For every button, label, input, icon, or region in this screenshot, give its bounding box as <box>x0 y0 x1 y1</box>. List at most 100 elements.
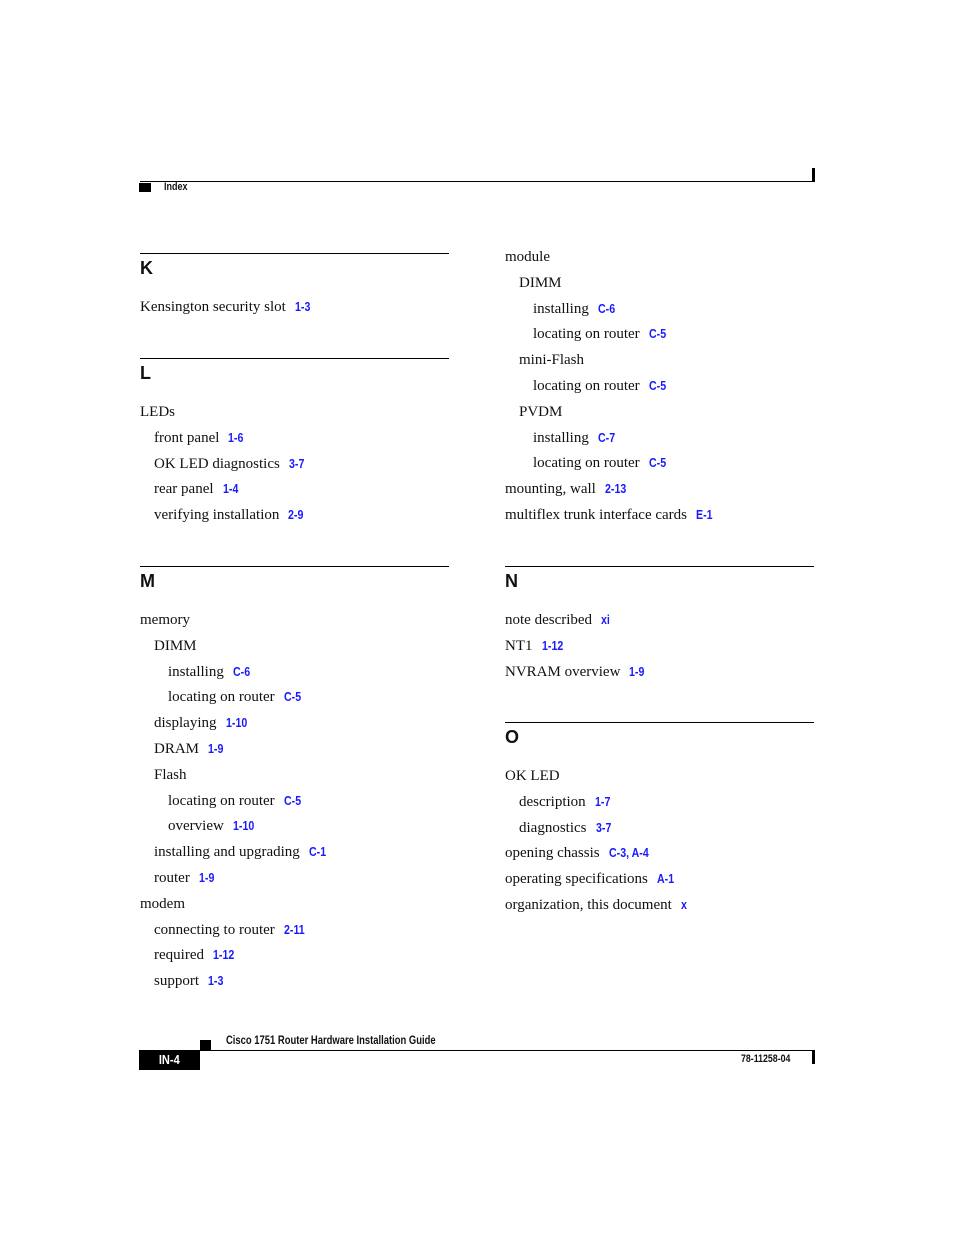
footer-marker-square <box>200 1040 211 1050</box>
page-reference-link[interactable]: C-1 <box>309 843 326 861</box>
footer-guide-title: Cisco 1751 Router Hardware Installation … <box>226 1035 436 1047</box>
index-entry-term: installing and upgrading <box>154 844 300 861</box>
index-entry: required 1-12 <box>140 946 238 964</box>
index-entry-term: opening chassis <box>505 845 600 862</box>
index-entry-term: NVRAM overview <box>505 663 621 680</box>
page-reference-link[interactable]: 1-10 <box>233 817 254 835</box>
page-reference-link[interactable]: 3-7 <box>596 819 611 837</box>
index-entry-term: mini-Flash <box>519 352 585 369</box>
index-section-l: L <box>140 358 449 382</box>
index-entry-term: OK LED diagnostics <box>154 455 280 472</box>
section-rule <box>505 566 814 567</box>
footer-rule <box>200 1050 815 1051</box>
index-entry-term: LEDs <box>140 404 175 420</box>
index-entry: organization, this document x <box>505 896 688 914</box>
index-entry-term: support <box>154 973 199 990</box>
page-reference-link[interactable]: 1-10 <box>226 714 247 732</box>
page-reference-link[interactable]: A-1 <box>657 870 674 888</box>
index-entry: modem <box>140 895 185 913</box>
page-reference-link[interactable]: 2-9 <box>288 506 303 524</box>
index-entry: support 1-3 <box>140 972 226 990</box>
page-reference-link[interactable]: C-6 <box>598 300 615 318</box>
index-entry-term: OK LED <box>505 768 560 784</box>
index-section-n: N <box>505 566 814 590</box>
index-entry-term: Flash <box>154 766 187 783</box>
index-entry: operating specifications A-1 <box>505 870 677 888</box>
index-entry-term: DIMM <box>154 637 197 654</box>
index-entry-term: locating on router <box>533 378 640 394</box>
index-entry: overview 1-10 <box>140 817 258 835</box>
header-marker-square <box>139 183 151 192</box>
index-entry: diagnostics 3-7 <box>505 819 614 837</box>
index-entry: locating on router C-5 <box>505 377 669 395</box>
index-entry-term: rear panel <box>154 481 214 498</box>
page-reference-link[interactable]: xi <box>601 611 610 629</box>
index-entry-term: mounting, wall <box>505 481 596 498</box>
page-reference-link[interactable]: C-5 <box>649 377 666 395</box>
index-entry-term: installing <box>533 300 589 317</box>
index-section-m: M <box>140 566 449 590</box>
index-entry: displaying 1-10 <box>140 714 251 732</box>
index-entry: Flash <box>140 766 187 784</box>
page-reference-link[interactable]: 1-12 <box>542 637 563 655</box>
page-reference-link[interactable]: 1-9 <box>208 740 223 758</box>
index-entry-term: verifying installation <box>154 507 280 524</box>
page-reference-link[interactable]: C-3, A-4 <box>609 844 649 862</box>
page-reference-link[interactable]: 3-7 <box>289 455 304 473</box>
index-entry-term: memory <box>140 612 190 628</box>
header-tick-mark <box>812 168 815 182</box>
page-reference-link[interactable]: 2-11 <box>284 921 305 939</box>
index-entry-term: locating on router <box>168 689 275 706</box>
index-entry: locating on router C-5 <box>505 325 669 343</box>
index-entry: OK LED <box>505 767 560 785</box>
footer-tick-mark <box>812 1050 815 1064</box>
index-entry-term: module <box>505 249 550 265</box>
index-entry-term: locating on router <box>533 326 640 343</box>
page-reference-link[interactable]: 1-12 <box>213 946 234 964</box>
index-entry-term: DRAM <box>154 741 200 757</box>
page-reference-link[interactable]: 1-9 <box>199 869 214 887</box>
index-entry-term: Kensington security slot <box>140 299 286 315</box>
page-reference-link[interactable]: 1-6 <box>228 429 243 447</box>
index-entry: router 1-9 <box>140 869 217 887</box>
page-reference-link[interactable]: 1-9 <box>629 663 644 681</box>
index-entry-term: organization, this document <box>505 897 672 913</box>
page-number-text: IN-4 <box>159 1052 180 1067</box>
page-reference-link[interactable]: 1-4 <box>223 480 238 498</box>
page-reference-link[interactable]: E-1 <box>696 506 713 524</box>
page-reference-link[interactable]: C-5 <box>284 792 301 810</box>
page-reference-link[interactable]: C-5 <box>649 325 666 343</box>
header-rule <box>140 181 815 182</box>
index-entry-term: description <box>519 793 586 810</box>
index-entry-term: connecting to router <box>154 921 275 938</box>
index-entry: installing and upgrading C-1 <box>140 843 329 861</box>
index-entry: OK LED diagnostics 3-7 <box>140 455 307 473</box>
index-entry-term: locating on router <box>168 792 275 809</box>
index-entry: installing C-7 <box>505 429 618 447</box>
page-reference-link[interactable]: C-5 <box>284 688 301 706</box>
index-section-k: K <box>140 253 449 277</box>
index-entry: LEDs <box>140 403 175 421</box>
page-reference-link[interactable]: C-5 <box>649 454 666 472</box>
page-reference-link[interactable]: C-7 <box>598 429 615 447</box>
index-entry: locating on router C-5 <box>140 688 304 706</box>
index-entry: mini-Flash <box>505 351 584 369</box>
index-entry: mounting, wall 2-13 <box>505 480 630 498</box>
index-entry-term: diagnostics <box>519 819 587 836</box>
section-rule <box>140 566 449 567</box>
index-entry: front panel 1-6 <box>140 429 246 447</box>
page-reference-link[interactable]: x <box>681 896 687 914</box>
index-entry-term: installing <box>168 663 224 680</box>
index-entry: DIMM <box>505 274 562 292</box>
page-reference-link[interactable]: 1-3 <box>208 972 223 990</box>
page-reference-link[interactable]: 2-13 <box>605 480 626 498</box>
page-reference-link[interactable]: 1-3 <box>295 298 310 316</box>
page-reference-link[interactable]: 1-7 <box>595 793 610 811</box>
index-entry-term: required <box>154 947 204 964</box>
index-section-o: O <box>505 722 814 746</box>
index-entry: connecting to router 2-11 <box>140 921 308 939</box>
index-entry: DIMM <box>140 637 197 655</box>
index-entry-term: displaying <box>154 715 217 732</box>
page-reference-link[interactable]: C-6 <box>233 663 250 681</box>
index-entry: module <box>505 248 550 266</box>
